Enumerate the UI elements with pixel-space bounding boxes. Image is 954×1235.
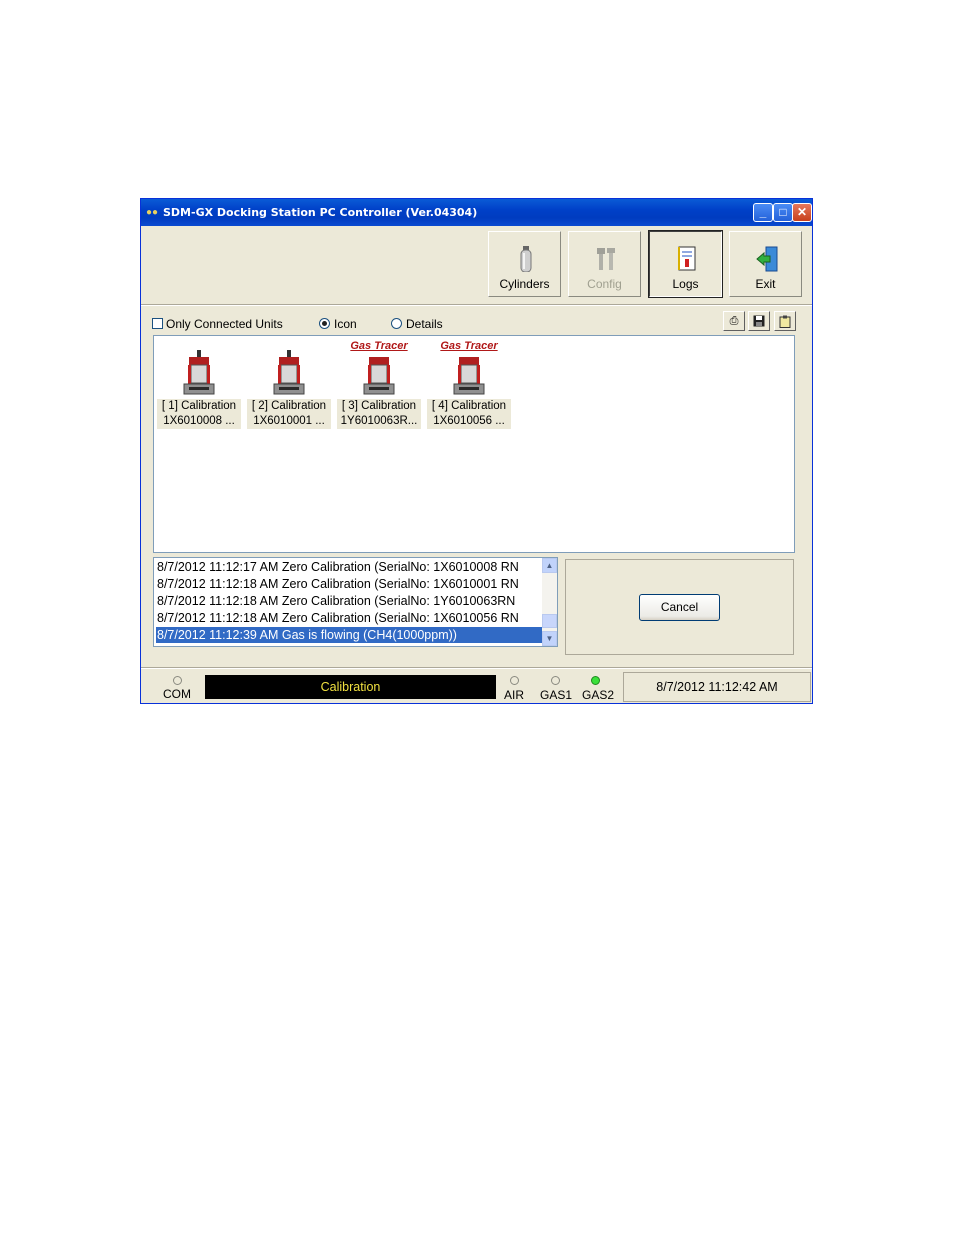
app-icon: ●●: [146, 207, 159, 218]
unit-caption: [ 3] Calibration 1Y6010063R...: [337, 399, 421, 429]
unit-status: [ 3] Calibration: [341, 400, 417, 412]
unit-status: [ 2] Calibration: [251, 400, 327, 412]
save-button[interactable]: [748, 311, 770, 331]
checkbox-box[interactable]: [152, 318, 163, 329]
gas2-indicator: [591, 676, 600, 685]
radio-icon-selected[interactable]: [319, 318, 330, 329]
unit-serial: 1X6010056 ...: [433, 415, 505, 427]
cylinder-icon: [520, 246, 532, 272]
docking-unit-icon: [453, 357, 485, 395]
log-entry[interactable]: 8/7/2012 11:12:18 AM Zero Calibration (S…: [157, 610, 543, 626]
radio-details[interactable]: [391, 318, 402, 329]
docking-unit-icon: [273, 350, 305, 395]
exit-button[interactable]: Exit: [729, 231, 802, 297]
log-list[interactable]: 8/7/2012 11:12:17 AM Zero Calibration (S…: [153, 557, 558, 647]
unit-status: [ 1] Calibration: [161, 400, 237, 412]
unit-serial: 1Y6010063R...: [340, 415, 418, 427]
gas1-indicator: [551, 676, 560, 685]
view-details-label: Details: [406, 317, 443, 331]
close-button[interactable]: ✕: [792, 203, 812, 222]
scroll-up-button[interactable]: ▲: [542, 558, 557, 573]
unit-serial: 1X6010001 ...: [253, 415, 325, 427]
unit-item[interactable]: Gas Tracer [ 3] Calibration 1Y6010063R..…: [337, 340, 421, 429]
unit-item[interactable]: [ 1] Calibration 1X6010008 ...: [157, 340, 241, 429]
unit-caption: [ 1] Calibration 1X6010008 ...: [157, 399, 241, 429]
only-connected-label: Only Connected Units: [166, 317, 283, 331]
unit-caption: [ 2] Calibration 1X6010001 ...: [247, 399, 331, 429]
toolbar-divider: [141, 304, 812, 306]
com-label: COM: [163, 687, 191, 701]
status-divider: [141, 667, 812, 669]
air-label: AIR: [504, 688, 525, 702]
log-entry[interactable]: 8/7/2012 11:12:17 AM Zero Calibration (S…: [157, 559, 543, 575]
app-window: ●● SDM-GX Docking Station PC Controller …: [140, 198, 813, 704]
cylinders-label: Cylinders: [499, 277, 550, 291]
cylinders-button[interactable]: Cylinders: [488, 231, 561, 297]
docking-unit-icon: [183, 350, 215, 395]
config-button[interactable]: Config: [568, 231, 641, 297]
action-panel: Cancel: [565, 559, 794, 655]
log-entry[interactable]: 8/7/2012 11:12:18 AM Zero Calibration (S…: [157, 576, 543, 592]
scroll-down-button[interactable]: ▼: [542, 631, 557, 646]
unit-caption: [ 4] Calibration 1X6010056 ...: [427, 399, 511, 429]
com-indicator: [173, 676, 182, 685]
air-indicator: [510, 676, 519, 685]
logs-button[interactable]: Logs: [648, 230, 723, 298]
clipboard-button[interactable]: [774, 311, 796, 331]
exit-label: Exit: [755, 277, 776, 291]
docking-unit-icon: [363, 357, 395, 395]
unit-item[interactable]: Gas Tracer [ 4] Calibration 1X6010056 ..…: [427, 340, 511, 429]
title-bar[interactable]: ●● SDM-GX Docking Station PC Controller …: [141, 199, 812, 226]
minimize-button[interactable]: _: [753, 203, 773, 222]
log-entry-selected[interactable]: 8/7/2012 11:12:39 AM Gas is flowing (CH4…: [156, 627, 544, 643]
scroll-thumb[interactable]: [542, 614, 557, 628]
unit-serial: 1X6010008 ...: [163, 415, 235, 427]
view-icon-radio[interactable]: Icon: [319, 317, 357, 331]
log-entry[interactable]: 8/7/2012 11:12:18 AM Zero Calibration (S…: [157, 593, 543, 609]
window-title: SDM-GX Docking Station PC Controller (Ve…: [163, 206, 478, 219]
status-bar: COM Calibration AIR GAS1 GAS2 8/7/2012 1…: [141, 670, 812, 703]
datetime-display: 8/7/2012 11:12:42 AM: [623, 672, 811, 702]
logs-label: Logs: [672, 277, 699, 291]
maximize-button[interactable]: □: [773, 203, 793, 222]
floppy-icon: [753, 315, 765, 327]
cancel-button[interactable]: Cancel: [639, 594, 720, 621]
clipboard-icon: [779, 315, 791, 328]
unit-status: [ 4] Calibration: [431, 400, 507, 412]
unit-item[interactable]: [ 2] Calibration 1X6010001 ...: [247, 340, 331, 429]
printer-icon: ⎙: [729, 315, 739, 327]
view-icon-label: Icon: [334, 317, 357, 331]
logbook-icon: [678, 246, 696, 271]
only-connected-checkbox[interactable]: Only Connected Units: [152, 317, 283, 331]
gas2-label: GAS2: [582, 688, 615, 702]
log-scrollbar[interactable]: ▲ ▼: [542, 558, 557, 646]
exit-door-icon: [756, 246, 778, 272]
print-button[interactable]: ⎙: [723, 311, 745, 331]
config-label: Config: [587, 277, 622, 291]
status-display: Calibration: [205, 675, 496, 699]
tools-icon: [597, 248, 615, 270]
units-list[interactable]: [ 1] Calibration 1X6010008 ... [ 2] Cali…: [153, 335, 795, 553]
gas1-label: GAS1: [540, 688, 573, 702]
view-details-radio[interactable]: Details: [391, 317, 443, 331]
